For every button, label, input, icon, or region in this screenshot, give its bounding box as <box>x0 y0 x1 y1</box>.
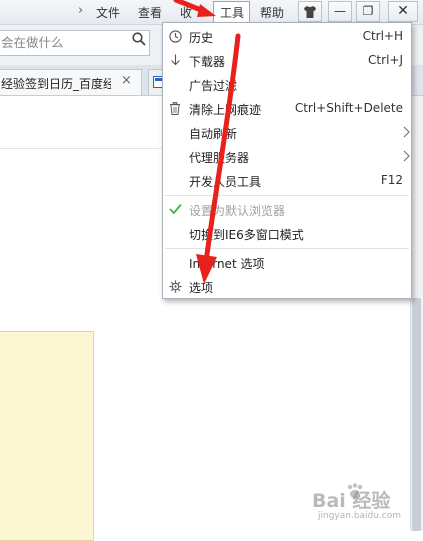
tab-close-icon[interactable]: × <box>121 73 132 88</box>
menu-item-shortcut: F12 <box>380 173 403 187</box>
search-input[interactable]: 会在做什么 <box>0 30 150 56</box>
menu-item-label: 切换到IE6多窗口模式 <box>189 228 304 242</box>
menu-item-shortcut: Ctrl+J <box>368 53 403 67</box>
maximize-button[interactable]: ❐ <box>356 1 380 22</box>
menu-favorites[interactable]: 收 <box>180 4 192 21</box>
download-arrow-icon <box>171 54 180 66</box>
menu-separator <box>165 195 409 196</box>
menu-item-history[interactable]: 历史 Ctrl+H <box>163 25 411 49</box>
menu-item-auto-refresh[interactable]: 自动刷新 <box>163 121 411 145</box>
submenu-arrow-icon <box>403 126 410 138</box>
baidu-jingyan-watermark: Bai 经验 jingyan.baidu.com <box>300 482 420 526</box>
menu-item-shortcut: Ctrl+Shift+Delete <box>294 101 403 115</box>
menu-item-internet-options[interactable]: Internet 选项 <box>163 251 411 275</box>
menu-tools[interactable]: 工具 <box>220 4 244 21</box>
tab-title: 经验签到日历_百度经 <box>1 77 111 91</box>
menu-item-options[interactable]: 选项 <box>163 275 411 299</box>
gear-icon <box>169 280 182 293</box>
watermark-text: Bai 经验 <box>312 490 391 512</box>
chevron-right-icon[interactable]: › <box>78 3 83 18</box>
menu-item-label: 下载器 <box>189 55 226 69</box>
menu-item-shortcut: Ctrl+H <box>362 29 403 43</box>
menu-item-ad-filter[interactable]: 广告过滤 <box>163 73 411 97</box>
menu-item-label: 设置为默认浏览器 <box>189 204 286 218</box>
tools-dropdown-menu: 历史 Ctrl+H 下载器 Ctrl+J 广告过滤 清除上网痕迹 Ctrl+Sh… <box>162 22 412 299</box>
menu-item-label: 自动刷新 <box>189 127 238 141</box>
menu-item-label: 清除上网痕迹 <box>189 103 262 117</box>
menu-separator <box>165 248 409 249</box>
submenu-arrow-icon <box>403 150 410 162</box>
menu-item-label: 历史 <box>189 31 214 45</box>
menu-view[interactable]: 查看 <box>138 4 162 21</box>
menu-item-clear-traces[interactable]: 清除上网痕迹 Ctrl+Shift+Delete <box>163 97 411 121</box>
menu-item-downloader[interactable]: 下载器 Ctrl+J <box>163 49 411 73</box>
minimize-button[interactable]: — <box>328 1 352 22</box>
checkmark-icon <box>169 203 182 215</box>
trash-icon <box>170 102 180 115</box>
menu-item-proxy-server[interactable]: 代理服务器 <box>163 145 411 169</box>
close-button[interactable]: ✕ <box>388 1 418 22</box>
menu-item-ie6-mode[interactable]: 切换到IE6多窗口模式 <box>163 222 411 246</box>
menu-item-label: Internet 选项 <box>189 257 265 271</box>
menu-item-set-default-browser: 设置为默认浏览器 <box>163 198 411 222</box>
clock-icon <box>169 30 182 43</box>
menu-help[interactable]: 帮助 <box>260 4 284 21</box>
menu-item-label: 代理服务器 <box>189 151 250 165</box>
shirt-icon <box>304 6 316 18</box>
menu-item-label: 选项 <box>189 281 214 295</box>
menu-item-developer-tools[interactable]: 开发人员工具 F12 <box>163 169 411 193</box>
search-icon[interactable] <box>132 32 146 46</box>
skin-button[interactable] <box>298 1 322 22</box>
tab-active[interactable]: 经验签到日历_百度经 × <box>0 69 142 95</box>
yellow-panel <box>0 331 94 541</box>
watermark-url: jingyan.baidu.com <box>318 511 402 521</box>
menu-item-label: 广告过滤 <box>189 79 238 93</box>
menu-item-label: 开发人员工具 <box>189 175 262 189</box>
menu-file[interactable]: 文件 <box>96 4 120 21</box>
